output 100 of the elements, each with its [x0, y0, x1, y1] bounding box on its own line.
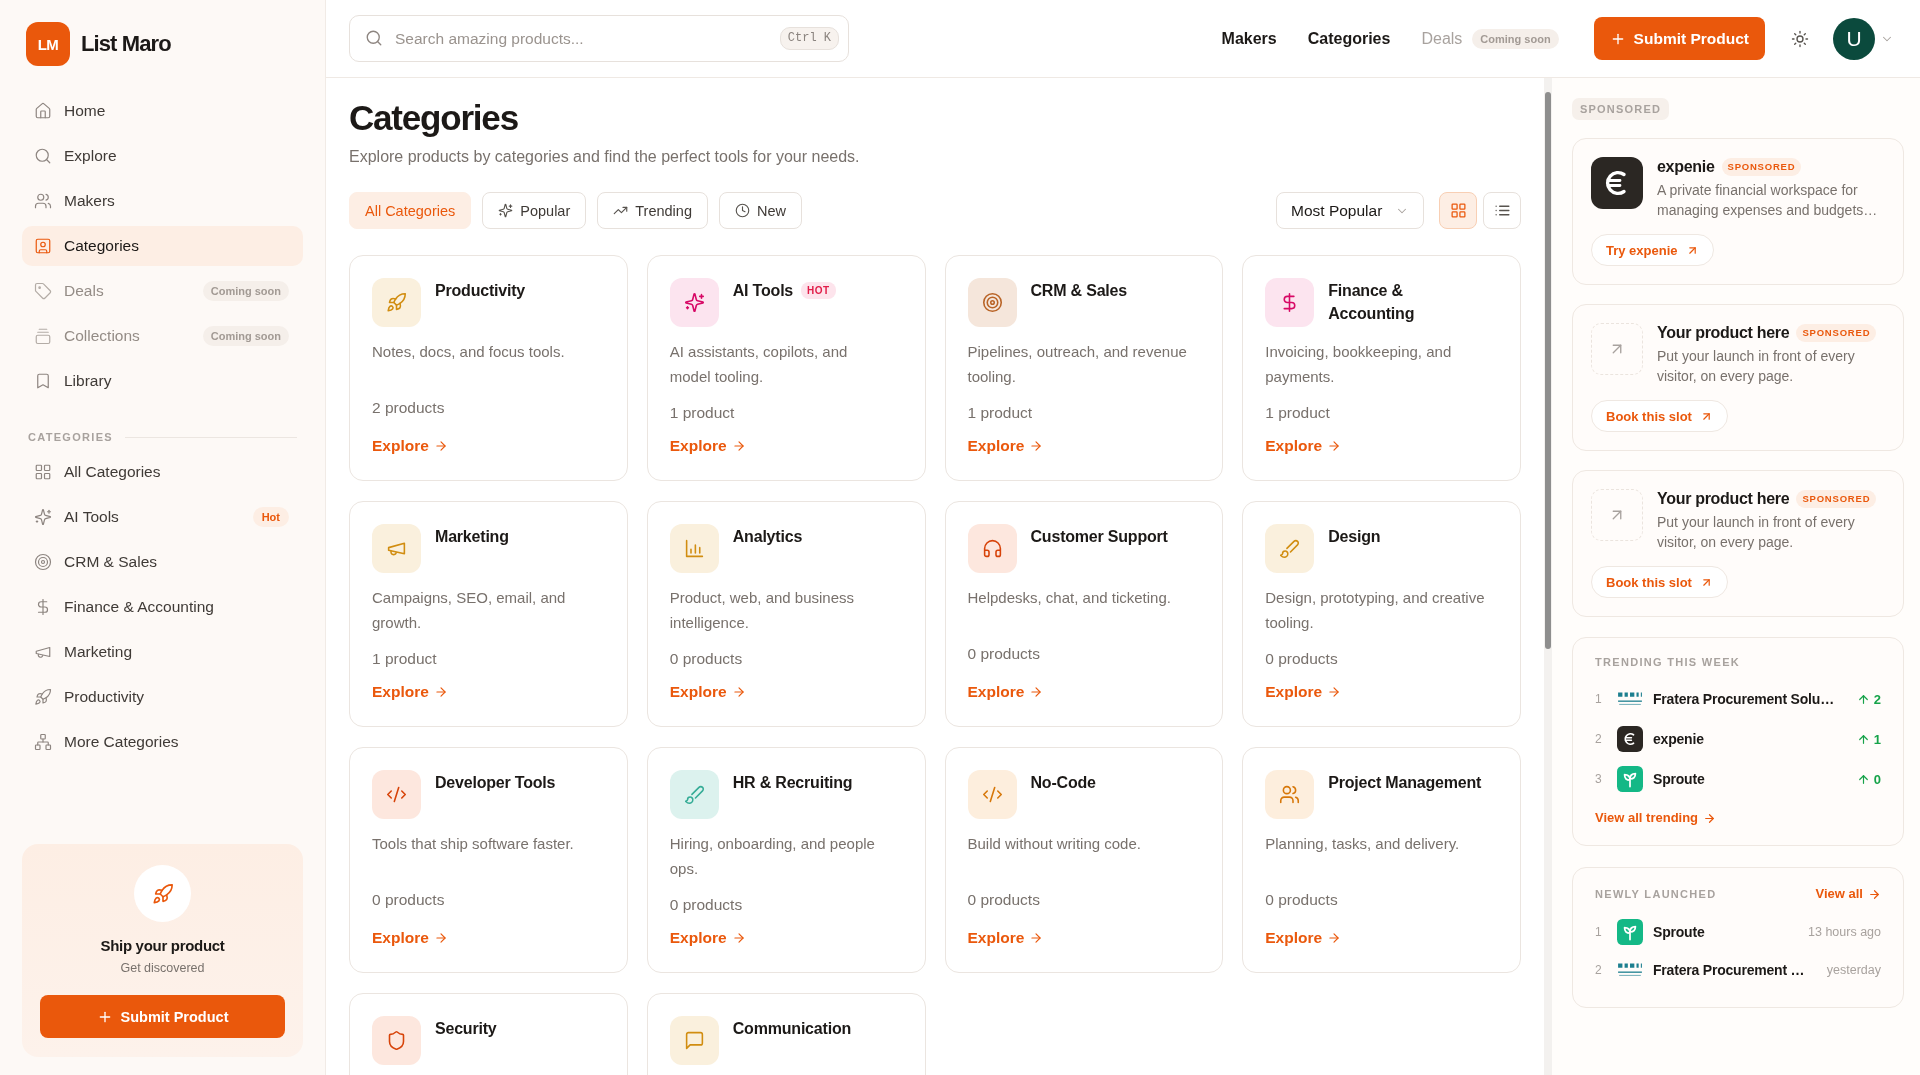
sidebar-item[interactable]: Makers: [22, 181, 303, 221]
nav-link[interactable]: Categories: [1307, 29, 1391, 48]
search-icon: [365, 29, 383, 47]
promo-title: Ship your product: [100, 936, 225, 956]
product-name[interactable]: expenie: [1653, 731, 1847, 747]
grid-view-button[interactable]: [1439, 192, 1477, 229]
submit-product-button[interactable]: Submit Product: [1593, 17, 1765, 60]
explore-link[interactable]: Explore: [967, 927, 1044, 949]
explore-link[interactable]: Explore: [1265, 435, 1342, 457]
logo-mark[interactable]: LM: [26, 22, 70, 66]
section-heading: TRENDING THIS WEEK: [1595, 655, 1741, 669]
explore-link[interactable]: Explore: [1265, 927, 1342, 949]
nav-link[interactable]: Makers: [1221, 29, 1277, 48]
sidebar-item[interactable]: Finance & Accounting: [22, 587, 303, 627]
filter-tab[interactable]: Popular: [482, 192, 587, 229]
explore-link[interactable]: Explore: [1265, 681, 1342, 703]
home-icon: [34, 102, 52, 120]
category-title: HR & Recruiting: [732, 773, 853, 793]
category-card[interactable]: Marketing Campaigns, SEO, email, and growth. 1 product Explore: [349, 501, 628, 727]
view-all-link[interactable]: View all trending: [1595, 809, 1717, 827]
sidebar-item[interactable]: All Categories: [22, 452, 303, 492]
product-name[interactable]: Your product here: [1657, 323, 1790, 343]
category-card[interactable]: Project Management Planning, tasks, and delivery. 0 products Explore: [1242, 747, 1521, 973]
user-card-icon: [34, 237, 52, 255]
category-description: Design, prototyping, and creative tooling.: [1265, 588, 1485, 633]
sidebar-item[interactable]: Productivity: [22, 677, 303, 717]
stack-icon: [34, 327, 52, 345]
sidebar-item[interactable]: More Categories: [22, 722, 303, 762]
explore-link[interactable]: Explore: [669, 435, 746, 457]
rank-change: 1: [1873, 731, 1881, 747]
coming-soon-badge: Coming soon: [202, 326, 289, 346]
product-name[interactable]: Sproute: [1653, 771, 1847, 787]
sponsored-badge: SPONSORED: [1721, 158, 1802, 176]
product-name[interactable]: Fratera Procurement Solu…: [1653, 691, 1847, 707]
sidebar-item[interactable]: AI Tools Hot: [22, 497, 303, 537]
user-avatar[interactable]: U: [1833, 17, 1875, 60]
arrow-right-icon: [731, 439, 746, 453]
category-title: Customer Support: [1030, 527, 1168, 547]
category-description: AI assistants, copilots, and model tooling.: [669, 342, 849, 387]
filter-tab[interactable]: Trending: [597, 192, 708, 229]
list-view-button[interactable]: [1483, 192, 1521, 229]
category-card[interactable]: Security: [349, 993, 628, 1075]
product-count: 0 products: [967, 644, 1041, 664]
coming-soon-badge: Coming soon: [202, 281, 289, 301]
product-name[interactable]: Fratera Procurement …: [1653, 962, 1817, 978]
arrow-up-icon: [1856, 692, 1870, 706]
explore-link[interactable]: Explore: [372, 435, 448, 457]
page-subtitle: Explore products by categories and find the perfect tools for your needs.: [349, 147, 861, 167]
category-description: Campaigns, SEO, email, and growth.: [372, 588, 567, 633]
explore-link[interactable]: Explore: [372, 927, 448, 949]
brand-name[interactable]: List Maro: [81, 31, 171, 57]
arrow-right-icon: [1029, 685, 1044, 699]
explore-link[interactable]: Explore: [669, 681, 746, 703]
euro-logo-icon: [1591, 157, 1643, 209]
arrow-right-icon: [731, 931, 746, 945]
explore-link[interactable]: Explore: [967, 435, 1044, 457]
keyboard-shortcut: Ctrl K: [779, 27, 839, 50]
arrow-right-icon: [1327, 439, 1342, 453]
category-card[interactable]: AI Tools HOT AI assistants, copilots, and model tooling. 1 product Explore: [646, 255, 926, 481]
category-card[interactable]: Communication: [646, 993, 926, 1075]
category-card[interactable]: Finance & Accounting Invoicing, bookkeeping, and payments. 1 product Explore: [1242, 255, 1521, 481]
product-count: 0 products: [669, 895, 744, 915]
product-count: 0 products: [372, 890, 446, 910]
sidebar-item[interactable]: CRM & Sales: [22, 542, 303, 582]
sidebar-item[interactable]: Library: [22, 361, 303, 401]
explore-link[interactable]: Explore: [669, 927, 746, 949]
category-card[interactable]: CRM & Sales Pipelines, outreach, and revenue tooling. 1 product Explore: [944, 255, 1224, 481]
page-title: Categories: [349, 97, 519, 139]
ad-button[interactable]: Try expenie: [1591, 234, 1714, 266]
category-card[interactable]: Productivity Notes, docs, and focus tools. 2 products Explore: [349, 255, 628, 481]
submit-product-button[interactable]: Submit Product: [40, 995, 285, 1038]
sidebar-item[interactable]: Explore: [22, 136, 303, 176]
sun-icon[interactable]: [1791, 29, 1809, 48]
category-card[interactable]: Developer Tools Tools that ship software faster. 0 products Explore: [349, 747, 628, 973]
sort-dropdown[interactable]: Most Popular: [1276, 192, 1424, 229]
explore-link[interactable]: Explore: [372, 681, 448, 703]
ad-button[interactable]: Book this slot: [1591, 566, 1728, 598]
category-card[interactable]: Analytics Product, web, and business intelligence. 0 products Explore: [646, 501, 926, 727]
category-title: Security: [435, 1019, 497, 1039]
category-card[interactable]: No-Code Build without writing code. 0 products Explore: [944, 747, 1224, 973]
category-card[interactable]: Design Design, prototyping, and creative tooling. 0 products Explore: [1242, 501, 1521, 727]
scrollbar[interactable]: [1544, 78, 1552, 1075]
product-name[interactable]: Sproute: [1653, 924, 1798, 940]
product-name[interactable]: expenie: [1657, 157, 1715, 177]
ad-button[interactable]: Book this slot: [1591, 400, 1728, 432]
category-title: Productivity: [435, 281, 526, 301]
search-icon: [34, 147, 52, 165]
category-title: Communication: [732, 1019, 852, 1039]
rocket-icon: [34, 688, 52, 706]
view-all-link[interactable]: View all: [1815, 885, 1881, 903]
filter-tab[interactable]: New: [718, 192, 802, 229]
sidebar-item[interactable]: Categories: [22, 226, 303, 266]
rank-number: 3: [1595, 772, 1603, 786]
category-title: AI Tools: [732, 281, 794, 301]
product-name[interactable]: Your product here: [1657, 489, 1790, 509]
sidebar-item[interactable]: Home: [22, 91, 303, 131]
explore-link[interactable]: Explore: [967, 681, 1044, 703]
sidebar-item[interactable]: Marketing: [22, 632, 303, 672]
category-card[interactable]: Customer Support Helpdesks, chat, and ticketing. 0 products Explore: [944, 501, 1224, 727]
category-card[interactable]: HR & Recruiting Hiring, onboarding, and people ops. 0 products Explore: [646, 747, 926, 973]
